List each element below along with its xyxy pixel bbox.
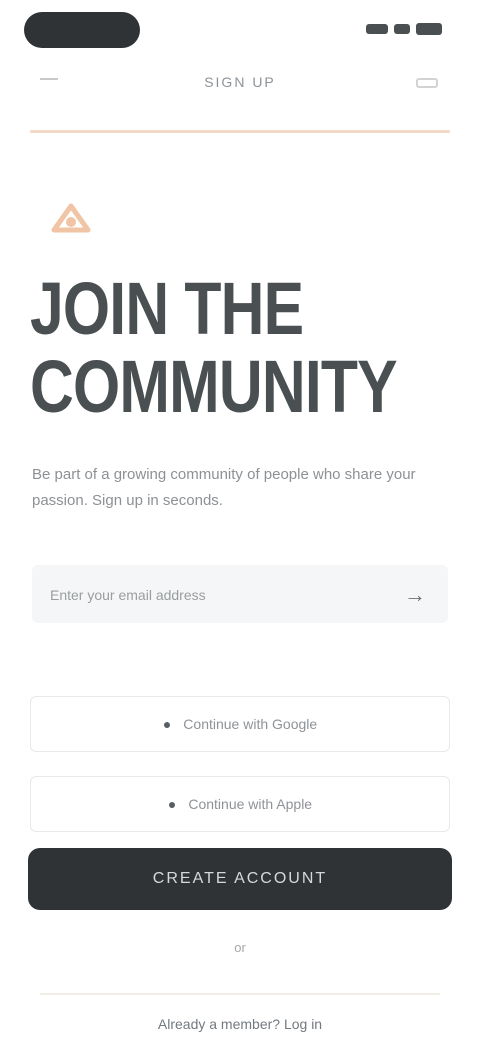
hero-description: Be part of a growing community of people… xyxy=(32,466,416,509)
header-divider xyxy=(30,130,450,133)
logo-icon xyxy=(51,203,91,233)
hero-title-line2: COMMUNITY xyxy=(30,345,398,428)
google-button-label: Continue with Google xyxy=(183,716,318,732)
google-icon: ● xyxy=(162,716,172,732)
page-title: SIGN UP xyxy=(204,74,276,90)
footer-divider xyxy=(40,993,440,995)
apple-icon: ● xyxy=(167,796,177,812)
arrow-right-icon[interactable]: → xyxy=(400,580,430,610)
create-account-label: Create account xyxy=(152,870,328,887)
email-field[interactable] xyxy=(48,565,382,625)
status-pill xyxy=(24,12,140,48)
or-divider-text: or xyxy=(234,940,246,955)
card-icon[interactable] xyxy=(416,78,438,88)
battery-icon xyxy=(416,23,442,35)
apple-button-label: Continue with Apple xyxy=(188,796,313,812)
signal-icon xyxy=(366,24,388,34)
status-icons xyxy=(366,20,442,38)
hero-title: JOIN THE COMMUNITY xyxy=(30,267,398,428)
apple-button[interactable]: ● Continue with Apple xyxy=(30,776,450,832)
email-field-container: → xyxy=(32,565,448,625)
wifi-icon xyxy=(394,24,410,34)
login-link[interactable]: Already a member? Log in xyxy=(0,1016,480,1032)
create-account-button[interactable]: Create account xyxy=(28,848,452,910)
google-button[interactable]: ● Continue with Google xyxy=(30,696,450,752)
hero-title-line1: JOIN THE xyxy=(30,267,304,350)
